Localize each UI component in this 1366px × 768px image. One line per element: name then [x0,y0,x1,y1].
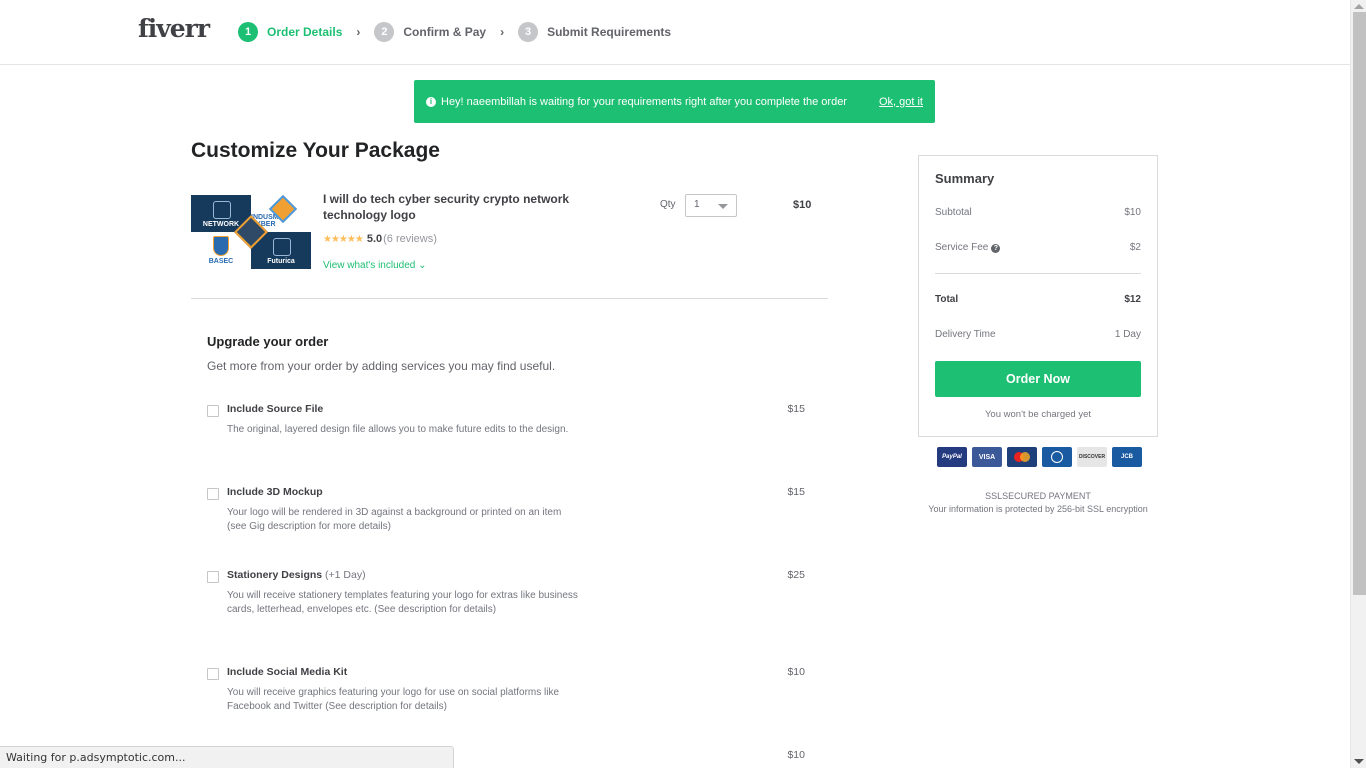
extra-description: You will receive stationery templates fe… [227,590,578,615]
step-number: 2 [374,22,395,42]
total-value: $12 [1124,294,1141,305]
gig-title[interactable]: I will do tech cyber security crypto net… [323,191,583,223]
delivery-row: Delivery Time 1 Day [935,329,1141,340]
service-fee-value: $2 [1129,242,1141,253]
gig-thumbnail[interactable]: NETWORK INDUSMIC CYBER BASEC Futurica [191,195,311,269]
browser-status-bar: Waiting for p.adsymptotic.com... [0,746,454,768]
step-label: Submit Requirements [547,25,672,39]
delivery-value: 1 Day [1114,329,1141,340]
gig-item: NETWORK INDUSMIC CYBER BASEC Futurica I … [191,191,828,299]
step-number: 3 [518,22,539,42]
payment-methods: PayPal VISA DISCOVER JCB [937,447,1142,467]
qty-select[interactable]: 1 [685,194,737,217]
extra-checkbox[interactable] [207,571,219,583]
upgrade-subtitle: Get more from your order by adding servi… [207,359,556,373]
upgrade-title: Upgrade your order [207,334,329,349]
extra-note: (+1 Day) [325,569,366,581]
step-order-details: 1 Order Details [238,22,342,42]
order-now-button[interactable]: Order Now [935,361,1141,397]
star-icons: ★★★★★ [323,233,364,245]
mastercard-icon [1007,447,1037,467]
visa-icon: VISA [972,447,1002,467]
extra-price: $10 [787,749,805,761]
gig-rating: ★★★★★ 5.0 (6 reviews) [323,233,437,245]
extra-description: Your logo will be rendered in 3D against… [227,507,562,532]
total-label: Total [935,294,959,305]
ssl-title: SSLSECURED PAYMENT [985,491,1091,501]
extra-name[interactable]: Include 3D Mockup [227,486,323,498]
step-confirm-pay: 2 Confirm & Pay [374,22,486,42]
header: fiverr 1 Order Details › 2 Confirm & Pay… [0,0,1350,65]
qty-label: Qty [660,199,676,210]
info-icon: i [426,96,436,107]
extra-price: $25 [787,569,805,581]
rating-score: 5.0 [366,233,383,245]
page-title: Customize Your Package [191,139,440,162]
total-row: Total $12 [935,294,1141,305]
extra-price: $15 [787,403,805,415]
caret-down-icon [718,204,728,209]
view-included-link[interactable]: View what's included ⌄ [323,260,427,271]
fiverr-logo[interactable]: fiverr [138,14,210,43]
question-icon[interactable]: ? [991,244,1001,253]
extra-name[interactable]: Include Source File [227,403,323,415]
scrollbar-thumb[interactable] [1353,12,1366,595]
step-submit-requirements: 3 Submit Requirements [518,22,671,42]
checkout-steps: 1 Order Details › 2 Confirm & Pay › 3 Su… [238,22,671,42]
chevron-right-icon: › [356,25,361,39]
not-charged-note: You won't be charged yet [984,409,1092,420]
step-label: Confirm & Pay [403,25,487,39]
extra-description: You will receive graphics featuring your… [227,687,560,712]
service-fee-label: Service Fee? [935,242,1001,253]
extra-price: $10 [787,666,805,678]
scroll-up-arrow-icon[interactable] [1354,4,1364,9]
summary-divider [935,273,1141,274]
extra-name-text: Include 3D Mockup [227,486,323,498]
banner-message: Hey! naeembillah is waiting for your req… [441,95,847,108]
chevron-right-icon: › [500,25,505,39]
gig-price: $10 [793,199,812,211]
ssl-description: Your information is protected by 256-bit… [928,504,1148,514]
requirements-banner: i Hey! naeembillah is waiting for your r… [414,80,935,123]
vertical-scrollbar[interactable] [1350,0,1366,768]
page: fiverr 1 Order Details › 2 Confirm & Pay… [0,0,1350,768]
extra-name[interactable]: Include Social Media Kit [227,666,347,678]
scroll-down-arrow-icon[interactable] [1354,759,1364,764]
extra-price: $15 [787,486,805,498]
step-label: Order Details [267,25,343,39]
step-number: 1 [238,22,258,42]
extra-name[interactable]: Stationery Designs (+1 Day) [227,569,366,581]
subtotal-row: Subtotal $10 [935,207,1141,218]
discover-icon: DISCOVER [1077,447,1107,467]
dismiss-banner-link[interactable]: Ok, got it [879,96,923,108]
extra-description: The original, layered design file allows… [227,424,569,435]
diners-club-icon [1042,447,1072,467]
extra-checkbox[interactable] [207,668,219,680]
service-fee-row: Service Fee? $2 [935,242,1141,253]
extra-name-text: Stationery Designs [227,569,323,581]
review-count: (6 reviews) [383,233,437,245]
paypal-icon: PayPal [937,447,967,467]
extra-name-text: Include Social Media Kit [227,666,348,678]
subtotal-value: $10 [1124,207,1141,218]
extra-name-text: Include Source File [227,403,324,415]
summary-title: Summary [935,171,995,186]
delivery-label: Delivery Time [935,329,996,340]
qty-value: 1 [694,199,700,210]
jcb-icon: JCB [1112,447,1142,467]
subtotal-label: Subtotal [935,207,972,218]
extra-checkbox[interactable] [207,405,219,417]
extra-checkbox[interactable] [207,488,219,500]
service-fee-text: Service Fee [935,242,989,253]
order-summary: Summary Subtotal $10 Service Fee? $2 Tot… [918,155,1158,437]
